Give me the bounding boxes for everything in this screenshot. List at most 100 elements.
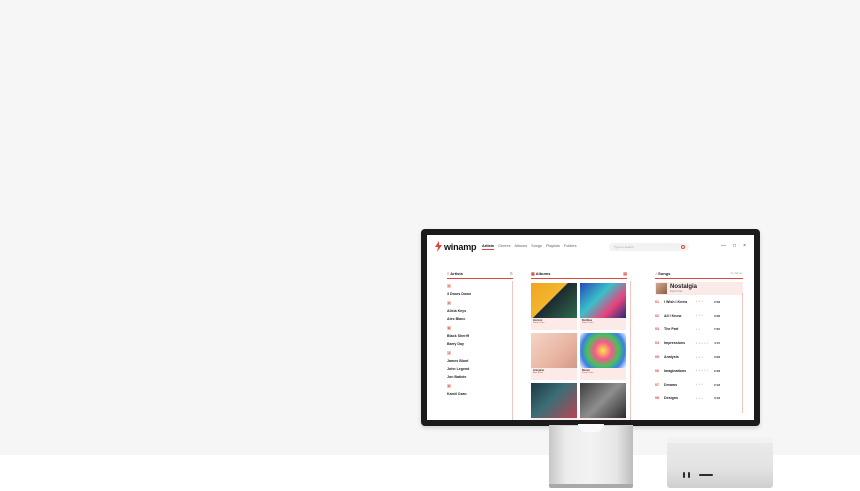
artist-item[interactable]: 3 Doors Down (447, 292, 513, 296)
artist-item[interactable]: Barry Day (447, 342, 513, 346)
album-grid: Horizon Kamil Ozan Bodhisa Kamil Ozan Grande… (531, 283, 627, 420)
artists-heading: Artists (450, 271, 463, 276)
song-title: Analysis (664, 355, 679, 360)
song-row[interactable]: 02 All I Know • • • 3:08 (655, 309, 743, 323)
display-stand (549, 426, 633, 484)
artist-item[interactable]: Black Sheriff (447, 334, 513, 338)
song-duration: 2:28 (714, 368, 721, 373)
album-artist: Kamil Ozan (533, 322, 545, 324)
song-row[interactable]: 01 I Wish I Knew • • • 2:58 (655, 295, 743, 309)
song-title: Imaginations (664, 368, 687, 373)
letter-heading[interactable]: J (447, 351, 451, 355)
song-row[interactable]: 04 Impressions • • • • • 4:15 (655, 336, 743, 350)
song-duration: 3:18 (714, 396, 721, 401)
studio-display: winamp Artists Genres Albums Songs Playl… (421, 229, 760, 426)
song-row[interactable]: 05 Analysis • • • 3:08 (655, 350, 743, 364)
song-title: I Wish I Knew (664, 299, 688, 304)
album-art (531, 383, 577, 418)
song-duration: 2:18 (714, 382, 721, 387)
song-rating: • • • • • (696, 341, 709, 345)
songs-scrollbar[interactable] (742, 293, 743, 413)
letter-heading[interactable]: # (447, 284, 451, 288)
app-header: winamp Artists Genres Albums Songs Playl… (427, 235, 754, 257)
song-row[interactable]: 07 Dreams • • • 2:18 (655, 378, 743, 392)
album-card[interactable] (531, 383, 577, 420)
song-title: All I Know (664, 313, 682, 318)
song-number: 08 (655, 396, 659, 401)
song-rating: • • • (696, 300, 704, 304)
song-rating: • • • • • (696, 369, 709, 373)
search-icon[interactable] (681, 244, 685, 249)
albums-scrollbar[interactable] (630, 281, 631, 420)
album-card[interactable]: Grandeur Alex Blanc (531, 333, 577, 380)
album-art (580, 333, 626, 368)
song-row[interactable]: 08 Designs • • • 3:18 (655, 392, 743, 406)
minimize-button[interactable]: — (721, 243, 726, 249)
artist-item[interactable]: Jon Batiste (447, 375, 513, 379)
artist-item[interactable]: Alicia Keys (447, 309, 513, 313)
song-duration: 4:15 (714, 341, 721, 346)
song-rating: • • • (696, 396, 704, 400)
nav-artists[interactable]: Artists (482, 244, 495, 250)
song-number: 04 (655, 341, 659, 346)
album-card[interactable]: Bodhisa Kamil Ozan (580, 283, 626, 330)
letter-heading[interactable]: A (447, 301, 451, 305)
letter-heading[interactable]: K (447, 384, 451, 388)
artists-column: ≡ Artists ⇅ # 3 Doors Down A Alicia Keys… (447, 271, 513, 420)
nav-folders[interactable]: Folders (564, 244, 577, 250)
album-card[interactable]: Bloom Kamil Ozan (580, 333, 626, 380)
artist-item[interactable]: James Blunt (447, 359, 513, 363)
song-duration: 7:00 (714, 327, 721, 332)
album-artist: Alex Blanc (533, 372, 544, 374)
song-title: The Part (664, 327, 679, 332)
song-duration: 2:58 (714, 299, 721, 304)
current-album-artist: Kamil Ozan (670, 290, 683, 293)
letter-heading[interactable]: B (447, 326, 451, 330)
artist-item[interactable]: Alex Blanc (447, 317, 513, 321)
album-cover (656, 283, 667, 294)
song-row[interactable]: 06 Imaginations • • • • • 2:28 (655, 364, 743, 378)
close-button[interactable]: × (743, 243, 746, 249)
stand-foot (549, 484, 633, 488)
artist-item[interactable]: John Legend (447, 367, 513, 371)
app-screen: winamp Artists Genres Albums Songs Playl… (427, 235, 754, 420)
search-input[interactable]: Type to search (609, 243, 689, 251)
artist-item[interactable]: Kamil Ozan (447, 392, 513, 396)
albums-header: ▦ Albums ▤ (531, 271, 627, 279)
album-art (531, 283, 577, 318)
song-duration: 3:08 (714, 313, 721, 318)
app-logo: winamp (435, 241, 477, 252)
album-art (580, 383, 626, 418)
song-row[interactable]: 03 The Part • • 7:00 (655, 323, 743, 337)
mac-studio-top (667, 437, 773, 443)
current-album[interactable]: Nostalgia Kamil Ozan (655, 282, 743, 295)
songs-heading: Songs (658, 271, 671, 276)
maximize-button[interactable]: □ (733, 243, 736, 249)
window-controls: — □ × (721, 243, 746, 249)
stand-cutout (578, 424, 604, 432)
song-title: Impressions (664, 341, 686, 346)
view-icon[interactable]: ▤ (623, 271, 627, 277)
songs-column: ♪ Songs by Album Nostalgia Kamil Ozan 01… (655, 271, 743, 420)
mac-studio (667, 437, 773, 488)
nav-albums[interactable]: Albums (514, 244, 527, 250)
sort-icon[interactable]: ⇅ (510, 271, 513, 277)
album-card[interactable] (580, 383, 626, 420)
artists-header: ≡ Artists ⇅ (447, 271, 513, 279)
sd-slot (699, 474, 713, 476)
album-art (531, 333, 577, 368)
album-card[interactable]: Horizon Kamil Ozan (531, 283, 577, 330)
nav-playlists[interactable]: Playlists (546, 244, 560, 250)
sort-label[interactable]: by Album (731, 271, 743, 277)
album-artist: Kamil Ozan (582, 322, 594, 324)
usb-port (683, 472, 685, 478)
artists-scrollbar[interactable] (512, 281, 513, 420)
song-number: 07 (655, 382, 659, 387)
song-rating: • • • (696, 383, 704, 387)
nav-genres[interactable]: Genres (498, 244, 510, 250)
lightning-icon (435, 241, 442, 252)
song-number: 02 (655, 313, 659, 318)
app-name: winamp (444, 241, 477, 252)
nav-songs[interactable]: Songs (531, 244, 542, 250)
song-rating: • • • (696, 355, 704, 359)
